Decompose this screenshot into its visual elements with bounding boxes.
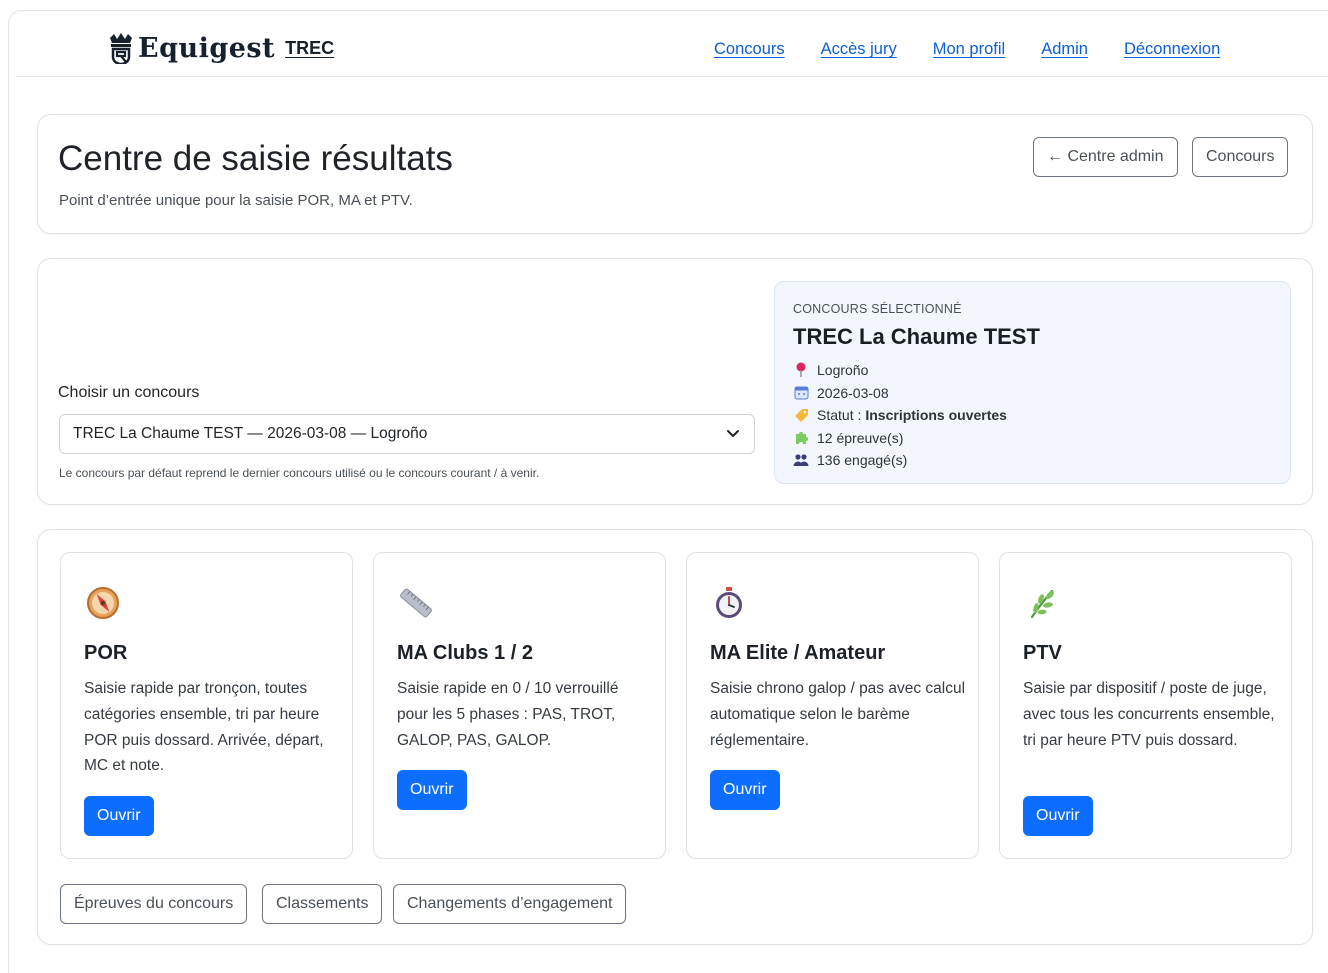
crest-icon — [110, 33, 132, 64]
info-date: 2026-03-08 — [793, 382, 1007, 405]
header-card: Centre de saisie résultats Point d’entré… — [37, 114, 1313, 234]
module-description: Saisie rapide en 0 / 10 verrouillé pour … — [397, 680, 619, 749]
info-kicker: CONCOURS SÉLECTIONNÉ — [793, 302, 962, 316]
concours-select[interactable]: TREC La Chaume TEST — 2026-03-08 — Logro… — [59, 414, 755, 454]
location-text: Logroño — [817, 362, 869, 379]
centre-admin-button[interactable]: ← Centre admin — [1033, 137, 1178, 177]
module-description: Saisie rapide par tronçon, toutes catégo… — [84, 680, 324, 775]
open-ma-elite-button[interactable]: Ouvrir — [710, 770, 780, 810]
nav-link-concours[interactable]: Concours — [714, 40, 785, 59]
select-value: TREC La Chaume TEST — 2026-03-08 — Logro… — [73, 425, 428, 442]
ruler-icon — [400, 588, 432, 618]
module-ma-elite: MA Elite / Amateur Saisie chrono galop /… — [686, 552, 979, 859]
select-label: Choisir un concours — [58, 384, 200, 401]
selected-concours-name: TREC La Chaume TEST — [793, 324, 1040, 349]
brand-sub[interactable]: TREC — [285, 38, 334, 59]
nav-link-admin[interactable]: Admin — [1041, 40, 1088, 59]
classements-button[interactable]: Classements — [262, 884, 383, 924]
status-value: Inscriptions ouvertes — [865, 407, 1007, 424]
nav-links: Concours Accès jury Mon profil Admin Déc… — [714, 40, 1256, 59]
module-title: PTV — [1023, 642, 1062, 664]
concours-selector-card: Choisir un concours TREC La Chaume TEST … — [37, 258, 1313, 505]
module-title: POR — [84, 642, 128, 664]
engages-text: 136 engagé(s) — [817, 452, 908, 469]
open-por-button[interactable]: Ouvrir — [84, 796, 154, 836]
selected-concours-panel: CONCOURS SÉLECTIONNÉ TREC La Chaume TEST… — [774, 281, 1291, 484]
tag-icon — [793, 407, 809, 423]
module-ma-clubs: MA Clubs 1 / 2 Saisie rapide en 0 / 10 v… — [373, 552, 666, 859]
module-por: POR Saisie rapide par tronçon, toutes ca… — [60, 552, 353, 859]
concours-button[interactable]: Concours — [1192, 137, 1289, 177]
nav-link-deconnexion[interactable]: Déconnexion — [1124, 40, 1220, 59]
epreuves-text: 12 épreuve(s) — [817, 429, 904, 446]
nav-link-acces-jury[interactable]: Accès jury — [821, 40, 897, 59]
info-engages: 136 engagé(s) — [793, 449, 1007, 472]
select-help-text: Le concours par défaut reprend le dernie… — [59, 466, 540, 480]
info-status: Statut : Inscriptions ouvertes — [793, 404, 1007, 427]
brand-name: Equigest — [138, 32, 276, 64]
epreuves-button[interactable]: Épreuves du concours — [60, 884, 248, 924]
calendar-icon — [793, 385, 809, 401]
page-title: Centre de saisie résultats — [58, 139, 453, 178]
info-epreuves: 12 épreuve(s) — [793, 427, 1007, 450]
changements-engagement-button[interactable]: Changements d’engagement — [393, 884, 627, 924]
compass-icon — [87, 587, 119, 619]
module-title: MA Clubs 1 / 2 — [397, 642, 533, 664]
info-location: Logroño — [793, 359, 1007, 382]
pin-icon — [793, 362, 809, 378]
module-description: Saisie chrono galop / pas avec calcul au… — [710, 680, 966, 749]
modules-card: POR Saisie rapide par tronçon, toutes ca… — [37, 529, 1313, 945]
module-ptv: PTV Saisie par dispositif / poste de jug… — [999, 552, 1292, 859]
people-icon — [793, 452, 809, 468]
module-description: Saisie par dispositif / poste de juge, a… — [1023, 680, 1275, 749]
puzzle-icon — [793, 430, 809, 446]
stopwatch-icon — [716, 587, 742, 618]
status-label: Statut : — [817, 407, 862, 424]
info-rows: Logroño 2026-03-08 Statut : Inscriptions… — [793, 359, 1007, 472]
nav-link-mon-profil[interactable]: Mon profil — [933, 40, 1005, 59]
open-ptv-button[interactable]: Ouvrir — [1023, 796, 1093, 836]
herb-icon — [1030, 589, 1054, 619]
top-navbar: Equigest TREC Concours Accès jury Mon pr… — [16, 20, 1328, 77]
brand-logo: Equigest — [106, 32, 275, 64]
chevron-down-icon — [727, 430, 739, 437]
page-subtitle: Point d’entrée unique pour la saisie POR… — [59, 192, 413, 209]
open-ma-clubs-button[interactable]: Ouvrir — [397, 770, 467, 810]
brand[interactable]: Equigest TREC — [106, 32, 334, 64]
date-text: 2026-03-08 — [817, 384, 889, 401]
module-title: MA Elite / Amateur — [710, 642, 886, 664]
